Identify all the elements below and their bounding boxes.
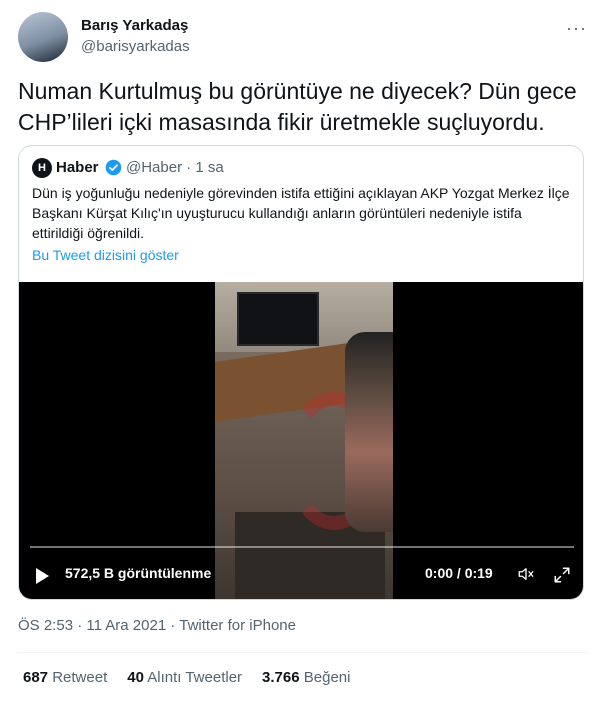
meta-separator: · — [166, 617, 180, 634]
video-player[interactable]: 572,5 B görüntülenme 0:00 / 0:19 — [19, 282, 583, 599]
video-progress-bar[interactable] — [30, 546, 574, 548]
tweet-source[interactable]: Twitter for iPhone — [179, 617, 296, 634]
quoted-account-logo[interactable]: H — [32, 158, 52, 178]
fullscreen-icon[interactable] — [553, 566, 571, 584]
engagement-stats: 687 Retweet 40 Alıntı Tweetler 3.766 Beğ… — [23, 669, 350, 686]
tweet-meta: ÖS 2:53 · 11 Ara 2021 · Twitter for iPho… — [18, 617, 296, 634]
tweet-date[interactable]: 11 Ara 2021 — [86, 617, 166, 634]
likes-stat[interactable]: 3.766 Beğeni — [262, 669, 350, 686]
author-handle[interactable]: @barisyarkadas — [81, 38, 190, 55]
likes-count: 3.766 — [262, 669, 300, 686]
author-name[interactable]: Barış Yarkadaş — [81, 17, 188, 34]
volume-muted-icon[interactable] — [516, 565, 536, 583]
quotes-stat[interactable]: 40 Alıntı Tweetler — [127, 669, 242, 686]
retweets-label: Retweet — [52, 669, 108, 686]
verified-badge-icon — [105, 159, 122, 176]
view-count: 572,5 B görüntülenme — [65, 565, 212, 581]
likes-label: Beğeni — [303, 669, 351, 686]
divider — [18, 652, 588, 653]
meta-separator: · — [73, 617, 87, 634]
show-thread-link[interactable]: Bu Tweet dizisini göster — [32, 247, 179, 263]
quoted-handle-time: @Haber · 1 sa — [126, 159, 224, 176]
quoted-tweet[interactable]: H Haber @Haber · 1 sa Dün iş yoğunluğu n… — [18, 145, 584, 600]
author-avatar[interactable] — [18, 12, 68, 62]
quotes-count: 40 — [127, 669, 144, 686]
quotes-label: Alıntı Tweetler — [147, 669, 243, 686]
retweets-stat[interactable]: 687 Retweet — [23, 669, 107, 686]
quoted-tweet-text: Dün iş yoğunluğu nedeniyle görevinden is… — [32, 185, 570, 241]
retweets-count: 687 — [23, 669, 49, 686]
video-time: 0:00 / 0:19 — [425, 565, 493, 581]
more-options-icon[interactable]: ··· — [566, 18, 587, 39]
play-icon[interactable] — [36, 568, 49, 584]
video-frame — [215, 282, 393, 599]
tweet-text: Numan Kurtulmuş bu görüntüye ne diyecek?… — [18, 78, 577, 135]
quoted-account-name[interactable]: Haber — [56, 159, 99, 176]
tweet-time[interactable]: ÖS 2:53 — [18, 617, 73, 634]
